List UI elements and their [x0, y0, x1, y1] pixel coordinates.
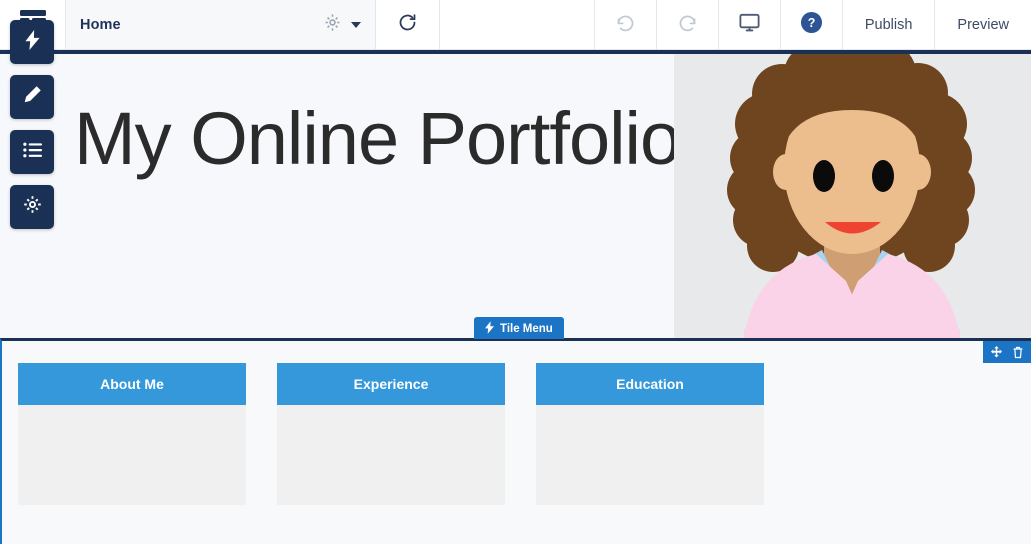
- hero-section[interactable]: My Online Portfolio Tile Menu: [0, 54, 1031, 339]
- tile-list: About Me Experience Education: [18, 363, 764, 505]
- pencil-icon: [23, 85, 42, 109]
- gear-icon[interactable]: [323, 13, 342, 37]
- preview-button[interactable]: Preview: [935, 0, 1031, 49]
- move-arrows-icon[interactable]: [990, 345, 1003, 359]
- help-circle-icon: ?: [800, 11, 823, 39]
- redo-button[interactable]: [657, 0, 719, 49]
- redo-icon: [677, 12, 698, 38]
- editor-sidebar: [10, 20, 54, 229]
- publish-button[interactable]: Publish: [843, 0, 936, 49]
- trash-icon[interactable]: [1012, 346, 1024, 359]
- sidebar-item-pages[interactable]: [10, 130, 54, 174]
- sidebar-item-settings[interactable]: [10, 185, 54, 229]
- chevron-down-icon[interactable]: [351, 21, 361, 28]
- top-toolbar: Home ? Publish Preview: [0, 0, 1031, 50]
- tile-content-area[interactable]: [277, 405, 505, 505]
- tile-title: Education: [536, 363, 764, 405]
- lightning-bolt-icon: [24, 29, 40, 55]
- page-canvas: My Online Portfolio Tile Menu About Me E…: [0, 54, 1031, 544]
- toolbar-spacer: [440, 0, 595, 49]
- page-name-label: Home: [80, 16, 121, 33]
- help-button[interactable]: ?: [781, 0, 843, 49]
- tile-content-area[interactable]: [18, 405, 246, 505]
- tile-menu-badge[interactable]: Tile Menu: [474, 317, 564, 339]
- section-toolbar: [983, 341, 1031, 363]
- page-selector[interactable]: Home: [66, 0, 376, 49]
- undo-button[interactable]: [595, 0, 657, 49]
- tile-menu-label: Tile Menu: [500, 322, 553, 335]
- page-title: My Online Portfolio: [74, 97, 681, 180]
- refresh-icon: [397, 12, 418, 38]
- sidebar-item-quick-add[interactable]: [10, 20, 54, 64]
- tile-education[interactable]: Education: [536, 363, 764, 505]
- tile-experience[interactable]: Experience: [277, 363, 505, 505]
- device-preview-button[interactable]: [719, 0, 781, 49]
- desktop-monitor-icon: [738, 11, 761, 39]
- tile-content-area[interactable]: [536, 405, 764, 505]
- tile-about-me[interactable]: About Me: [18, 363, 246, 505]
- list-icon: [22, 142, 42, 163]
- lightning-bolt-icon: [485, 320, 494, 337]
- sidebar-item-design[interactable]: [10, 75, 54, 119]
- gear-icon: [23, 195, 42, 219]
- svg-text:?: ?: [808, 15, 816, 29]
- tile-title: About Me: [18, 363, 246, 405]
- hero-image[interactable]: [674, 54, 1031, 339]
- tile-row-section[interactable]: About Me Experience Education: [0, 338, 1031, 544]
- tile-title: Experience: [277, 363, 505, 405]
- refresh-button[interactable]: [376, 0, 440, 49]
- undo-icon: [615, 12, 636, 38]
- woman-avatar-illustration: [674, 54, 1031, 339]
